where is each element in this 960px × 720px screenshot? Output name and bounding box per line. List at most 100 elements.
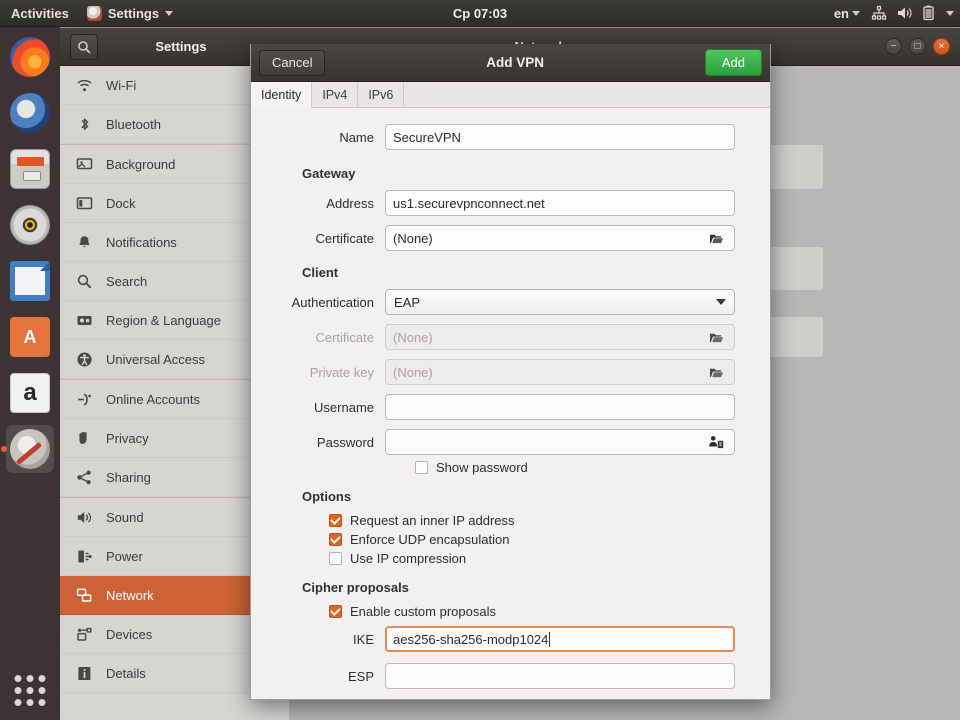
network-icon (76, 587, 93, 604)
dock-item-rhythmbox[interactable] (6, 201, 54, 249)
gateway-certificate-row: Certificate (None) (287, 225, 735, 251)
firefox-icon (10, 37, 50, 77)
name-value: SecureVPN (393, 130, 461, 145)
open-file-icon (705, 326, 727, 348)
option-enforce-udp-row[interactable]: Enforce UDP encapsulation (329, 532, 735, 547)
dock-item-settings[interactable] (6, 425, 54, 473)
thunderbird-icon (10, 93, 50, 133)
esp-row: ESP (287, 663, 735, 689)
open-file-glyph (709, 232, 724, 245)
authentication-label: Authentication (287, 295, 385, 310)
close-button[interactable]: × (933, 38, 950, 55)
password-label: Password (287, 435, 385, 450)
bluetooth-icon (76, 116, 93, 133)
gateway-certificate-label: Certificate (287, 231, 385, 246)
enforce-udp-encapsulation-checkbox[interactable] (329, 533, 342, 546)
settings-icon (10, 429, 50, 469)
tab-identity[interactable]: Identity (251, 82, 312, 108)
battery-icon (922, 5, 935, 21)
client-section-title: Client (302, 265, 735, 280)
wifi-icon (76, 77, 93, 94)
options-section-title: Options (302, 489, 735, 504)
background-icon (76, 156, 93, 173)
show-applications-button[interactable] (15, 675, 46, 706)
cancel-label: Cancel (272, 55, 312, 70)
tab-ipv4[interactable]: IPv4 (312, 82, 358, 108)
show-password-row[interactable]: Show password (415, 460, 735, 475)
tab-ipv6[interactable]: IPv6 (358, 82, 404, 108)
dock-item-ubuntu-software[interactable] (6, 313, 54, 361)
enable-custom-proposals-row[interactable]: Enable custom proposals (329, 604, 735, 619)
activities-button[interactable]: Activities (0, 0, 78, 27)
show-password-checkbox[interactable] (415, 461, 428, 474)
devices-icon (76, 626, 93, 643)
sidebar-item-label: Universal Access (106, 352, 205, 367)
client-certificate-chooser: (None) (385, 324, 735, 350)
minimize-button[interactable]: − (885, 38, 902, 55)
open-file-icon[interactable] (705, 227, 727, 249)
username-input[interactable] (385, 394, 735, 420)
dock-item-files[interactable] (6, 145, 54, 193)
gateway-certificate-chooser[interactable]: (None) (385, 225, 735, 251)
name-input[interactable]: SecureVPN (385, 124, 735, 150)
sidebar-item-label: Details (106, 666, 146, 681)
files-icon (10, 149, 50, 189)
grid-dot (15, 687, 22, 694)
dialog-tabs: Identity IPv4 IPv6 (251, 82, 770, 108)
grid-dot (15, 675, 22, 682)
show-password-label: Show password (436, 460, 528, 475)
dock-item-amazon[interactable] (6, 369, 54, 417)
authentication-row: Authentication EAP (287, 289, 735, 315)
ike-value: aes256-sha256-modp1024 (393, 632, 548, 647)
password-store-icon[interactable] (705, 431, 727, 453)
sound-icon (76, 509, 93, 526)
password-input[interactable] (385, 429, 735, 455)
gateway-address-input[interactable]: us1.securevpnconnect.net (385, 190, 735, 216)
app-menu-label: Settings (108, 6, 159, 21)
dock-item-thunderbird[interactable] (6, 89, 54, 137)
system-menu-chevron-down-icon (946, 11, 954, 16)
tab-label: Identity (261, 88, 301, 102)
dock-item-firefox[interactable] (6, 33, 54, 81)
add-button[interactable]: Add (705, 49, 762, 76)
private-key-chooser: (None) (385, 359, 735, 385)
option-ip-compression-row[interactable]: Use IP compression (329, 551, 735, 566)
system-status-area[interactable]: en (834, 0, 954, 27)
text-cursor (549, 632, 550, 647)
dock-item-libreoffice-writer[interactable] (6, 257, 54, 305)
add-label: Add (722, 55, 745, 70)
grid-dot (27, 699, 34, 706)
close-icon: × (939, 42, 945, 52)
network-icon (871, 5, 887, 21)
gateway-certificate-value: (None) (393, 231, 433, 246)
sidebar-item-label: Sharing (106, 470, 151, 485)
ike-row: IKE aes256-sha256-modp1024 (287, 626, 735, 652)
esp-input[interactable] (385, 663, 735, 689)
cipher-section-title: Cipher proposals (302, 580, 735, 595)
sidebar-item-label: Region & Language (106, 313, 221, 328)
authentication-select[interactable]: EAP (385, 289, 735, 315)
bell-icon (76, 234, 93, 251)
app-menu-button[interactable]: Settings (78, 0, 182, 27)
maximize-icon: □ (914, 42, 920, 52)
option-request-inner-ip-row[interactable]: Request an inner IP address (329, 513, 735, 528)
gateway-address-label: Address (287, 196, 385, 211)
use-ip-compression-checkbox[interactable] (329, 552, 342, 565)
top-bar: Activities Settings Cp 07:03 en (0, 0, 960, 27)
private-key-value: (None) (393, 365, 433, 380)
search-button[interactable] (70, 34, 98, 60)
gateway-address-value: us1.securevpnconnect.net (393, 196, 545, 211)
keyboard-chevron-down-icon (852, 11, 860, 16)
dialog-title: Add VPN (486, 55, 544, 70)
tab-label: IPv6 (368, 88, 393, 102)
dock (0, 27, 60, 720)
maximize-button[interactable]: □ (909, 38, 926, 55)
add-vpn-dialog: Cancel Add VPN Add Identity IPv4 IPv6 Na… (250, 44, 771, 700)
ike-input[interactable]: aes256-sha256-modp1024 (385, 626, 735, 652)
request-inner-ip-checkbox[interactable] (329, 514, 342, 527)
activities-label: Activities (11, 6, 69, 21)
cancel-button[interactable]: Cancel (259, 50, 325, 76)
esp-label: ESP (319, 669, 385, 684)
clock-label: Cp 07:03 (453, 6, 507, 21)
enable-custom-proposals-checkbox[interactable] (329, 605, 342, 618)
